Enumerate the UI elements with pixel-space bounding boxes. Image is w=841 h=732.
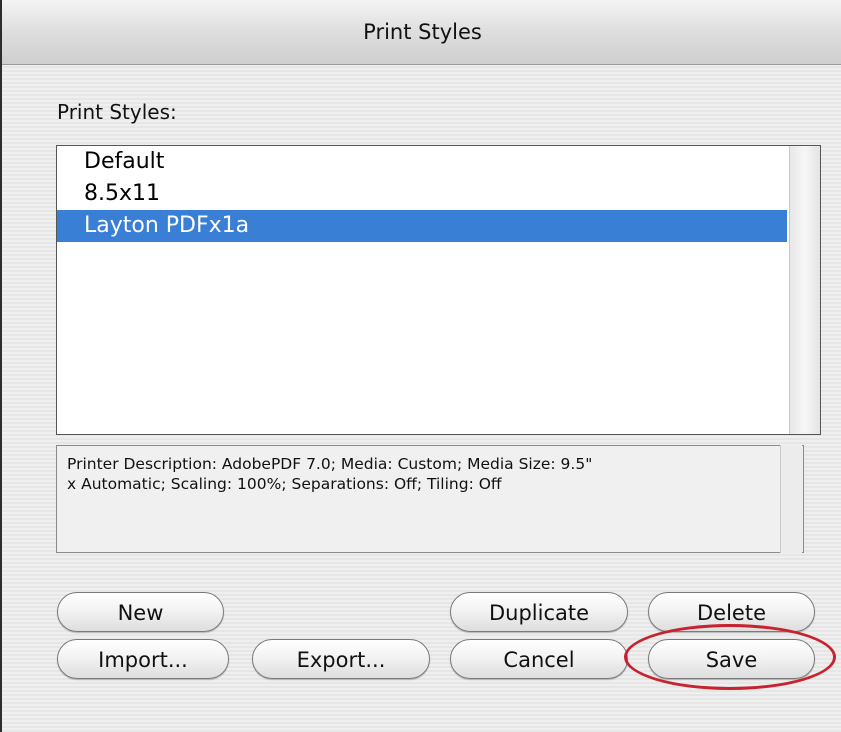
list-item-8-5x11[interactable]: 8.5x11: [57, 178, 787, 210]
list-item-layton-pdfx1a[interactable]: Layton PDFx1a: [57, 210, 787, 242]
save-highlight-circle: [624, 624, 836, 690]
print-styles-label: Print Styles:: [57, 100, 177, 124]
style-description-box: Printer Description: AdobePDF 7.0; Media…: [56, 445, 804, 553]
duplicate-button[interactable]: Duplicate: [450, 592, 628, 632]
list-scrollbar[interactable]: [789, 146, 820, 434]
print-styles-list[interactable]: Default 8.5x11 Layton PDFx1a: [56, 145, 821, 435]
import-button[interactable]: Import...: [57, 639, 229, 679]
window-title: Print Styles: [2, 0, 841, 65]
export-button[interactable]: Export...: [252, 639, 430, 679]
cancel-button[interactable]: Cancel: [450, 639, 628, 679]
new-button[interactable]: New: [57, 592, 224, 632]
print-styles-dialog: Print Styles Print Styles: Default 8.5x1…: [0, 0, 841, 732]
description-line-2: x Automatic; Scaling: 100%; Separations:…: [67, 475, 502, 493]
description-scrollbar[interactable]: [780, 445, 802, 553]
description-line-1: Printer Description: AdobePDF 7.0; Media…: [67, 455, 593, 473]
list-item-default[interactable]: Default: [57, 146, 787, 178]
